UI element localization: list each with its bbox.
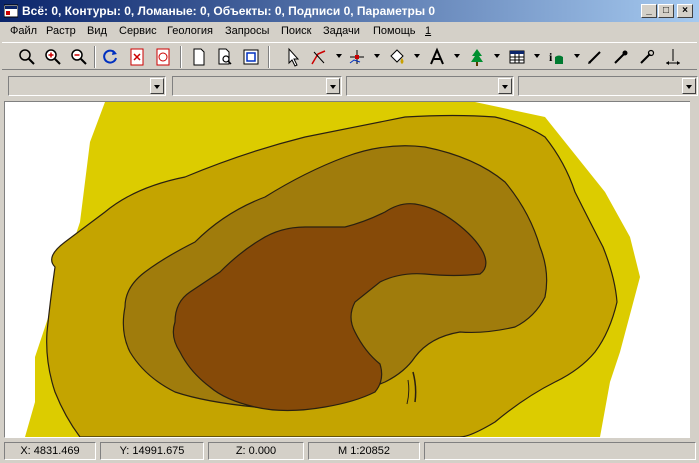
app-icon bbox=[4, 4, 18, 18]
tree-symbol-icon[interactable] bbox=[466, 46, 488, 68]
status-y: Y: 14991.675 bbox=[100, 442, 204, 460]
menu-raster[interactable]: Растр bbox=[46, 25, 76, 37]
frame-icon[interactable] bbox=[240, 46, 262, 68]
menu-geology[interactable]: Геология bbox=[167, 25, 213, 37]
status-z: Z: 0.000 bbox=[208, 442, 304, 460]
well-symbol-icon[interactable]: i bbox=[546, 46, 568, 68]
toolbar-separator bbox=[268, 46, 270, 68]
status-empty bbox=[424, 442, 696, 460]
svg-text:i: i bbox=[549, 50, 553, 64]
measure-icon[interactable] bbox=[662, 46, 684, 68]
page-preview-icon[interactable] bbox=[214, 46, 236, 68]
window-title: Всё: 0, Контуры: 0, Ломаные: 0, Объекты:… bbox=[22, 4, 436, 18]
minimize-button[interactable]: _ bbox=[641, 4, 657, 18]
toolbar-separator bbox=[94, 46, 96, 68]
menu-help[interactable]: Помощь bbox=[373, 25, 416, 37]
eyedropper-alt-icon[interactable] bbox=[636, 46, 658, 68]
maximize-button[interactable]: □ bbox=[658, 4, 674, 18]
zoom-out-icon[interactable] bbox=[68, 46, 90, 68]
dropdown-arrow-icon[interactable] bbox=[494, 53, 500, 59]
chevron-down-icon[interactable] bbox=[150, 78, 164, 94]
table-icon[interactable] bbox=[506, 46, 528, 68]
menu-view[interactable]: Вид bbox=[87, 25, 107, 37]
dropdown-arrow-icon[interactable] bbox=[414, 53, 420, 59]
status-bar: X: 4831.469 Y: 14991.675 Z: 0.000 M 1:20… bbox=[0, 440, 699, 463]
combo-style[interactable] bbox=[172, 76, 342, 96]
map-canvas[interactable] bbox=[4, 101, 691, 438]
delete-frame-icon[interactable] bbox=[126, 46, 148, 68]
delete-map-icon[interactable] bbox=[152, 46, 174, 68]
combo-color[interactable] bbox=[346, 76, 514, 96]
combo-layer[interactable] bbox=[8, 76, 166, 96]
refresh-icon[interactable] bbox=[100, 46, 122, 68]
zoom-in-icon[interactable] bbox=[42, 46, 64, 68]
vertical-scrollbar[interactable] bbox=[690, 101, 699, 438]
menu-search[interactable]: Поиск bbox=[281, 25, 311, 37]
status-scale: M 1:20852 bbox=[308, 442, 420, 460]
menu-bar: Файл Растр Вид Сервис Геология Запросы П… bbox=[0, 22, 699, 41]
menu-file[interactable]: Файл bbox=[10, 25, 37, 37]
pointer-icon[interactable] bbox=[282, 46, 304, 68]
toolbar-separator bbox=[180, 46, 182, 68]
close-button[interactable]: × bbox=[677, 4, 693, 18]
property-combos bbox=[0, 73, 699, 99]
dropdown-arrow-icon[interactable] bbox=[574, 53, 580, 59]
menu-service[interactable]: Сервис bbox=[119, 25, 157, 37]
title-bar: Всё: 0, Контуры: 0, Ломаные: 0, Объекты:… bbox=[0, 0, 699, 22]
toolbar: i bbox=[2, 42, 697, 70]
dropdown-arrow-icon[interactable] bbox=[374, 53, 380, 59]
menu-queries[interactable]: Запросы bbox=[225, 25, 269, 37]
chevron-down-icon[interactable] bbox=[682, 78, 696, 94]
line-tool-icon[interactable] bbox=[308, 46, 330, 68]
fill-icon[interactable] bbox=[386, 46, 408, 68]
dropdown-arrow-icon[interactable] bbox=[454, 53, 460, 59]
zoom-icon[interactable] bbox=[16, 46, 38, 68]
status-x: X: 4831.469 bbox=[4, 442, 96, 460]
text-tool-icon[interactable] bbox=[426, 46, 448, 68]
node-edit-icon[interactable] bbox=[346, 46, 368, 68]
eyedropper-icon[interactable] bbox=[610, 46, 632, 68]
menu-1[interactable]: 1 bbox=[425, 25, 431, 37]
combo-width[interactable] bbox=[518, 76, 698, 96]
pencil-icon[interactable] bbox=[584, 46, 606, 68]
dropdown-arrow-icon[interactable] bbox=[336, 53, 342, 59]
new-page-icon[interactable] bbox=[188, 46, 210, 68]
chevron-down-icon[interactable] bbox=[498, 78, 512, 94]
dropdown-arrow-icon[interactable] bbox=[534, 53, 540, 59]
menu-tasks[interactable]: Задачи bbox=[323, 25, 360, 37]
chevron-down-icon[interactable] bbox=[326, 78, 340, 94]
